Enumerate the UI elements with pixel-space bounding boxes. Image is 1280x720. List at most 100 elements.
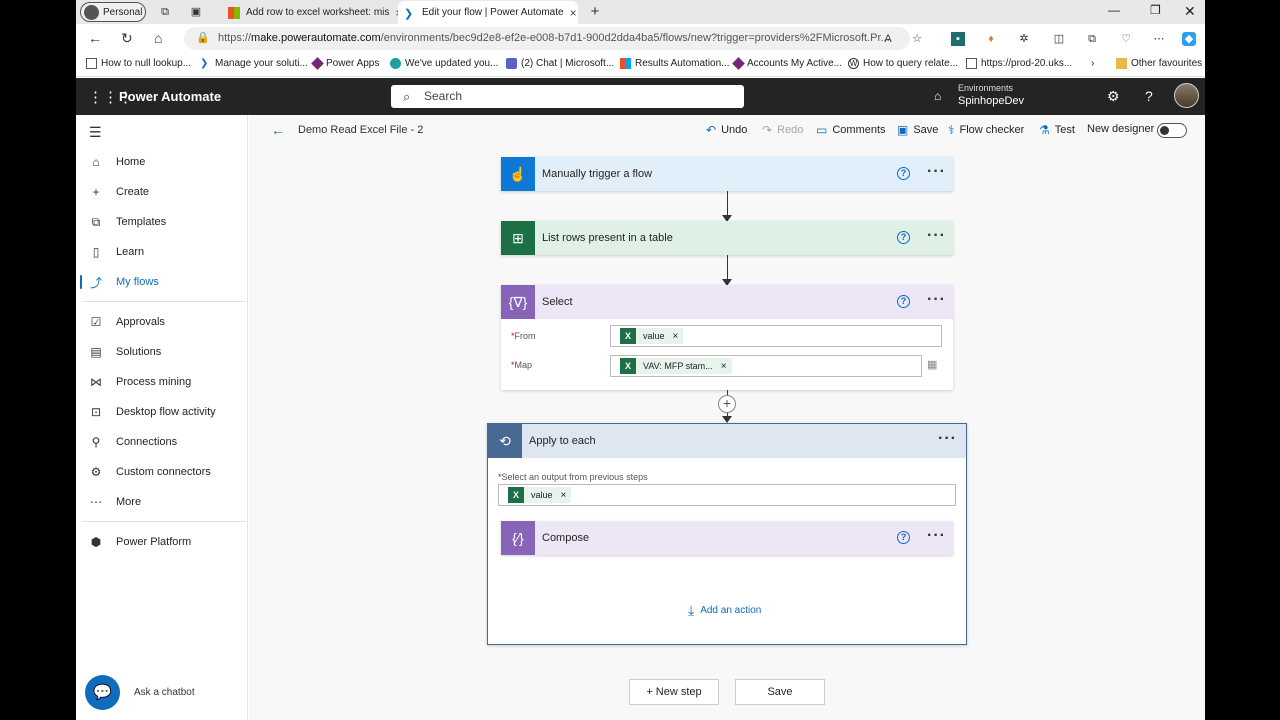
new-designer-toggle[interactable] [1157, 123, 1187, 138]
extension-icon[interactable]: ♦ [984, 32, 998, 46]
copilot-icon[interactable]: ◆ [1182, 32, 1196, 46]
back-icon[interactable]: ← [88, 30, 102, 46]
help-icon[interactable]: ? [897, 295, 910, 308]
favorite-link[interactable]: W How to query relate... [848, 58, 958, 69]
undo-button[interactable]: ↶ Undo [706, 123, 747, 137]
help-icon[interactable]: ? [897, 531, 910, 544]
more-options-icon[interactable]: ··· [927, 291, 946, 309]
tab-title: Add row to excel worksheet: mis [246, 7, 390, 18]
nav-item-custom-connectors[interactable]: ⚙ Custom connectors [76, 460, 248, 484]
save-flow-button[interactable]: Save [735, 679, 825, 705]
flow-checker-button[interactable]: ⚕ Flow checker [948, 123, 1024, 137]
favorite-link[interactable]: https://prod-20.uks... [966, 58, 1072, 69]
favorite-link[interactable]: We've updated you... [390, 58, 498, 69]
more-options-icon[interactable]: ··· [927, 163, 946, 181]
home-icon[interactable]: ⌂ [154, 30, 162, 46]
restore-icon[interactable]: ❐ [1150, 3, 1161, 17]
activity-icon: ⊡ [90, 405, 102, 419]
search-input[interactable]: ⌕ Search [391, 85, 744, 108]
favorite-link[interactable]: Power Apps [311, 57, 379, 70]
more-options-icon[interactable]: ··· [927, 227, 946, 245]
map-label: *Map [511, 360, 533, 370]
nav-item-templates[interactable]: ⧉ Templates [76, 210, 248, 234]
refresh-icon[interactable]: ↻ [121, 30, 133, 47]
nav-item-power-platform[interactable]: ⬢ Power Platform [76, 530, 248, 554]
flow-title[interactable]: Demo Read Excel File - 2 [298, 124, 423, 136]
output-field[interactable]: Xvalue × [498, 484, 956, 506]
more-icon[interactable]: ⋯ [1152, 32, 1166, 46]
insert-step-button[interactable]: + [718, 395, 736, 413]
nav-item-create[interactable]: + Create [76, 180, 248, 204]
remove-token-icon[interactable]: × [561, 490, 567, 501]
chatbot-label[interactable]: Ask a chatbot [134, 687, 195, 698]
favorite-link[interactable]: ❯ Manage your soluti... [200, 58, 308, 69]
more-options-icon[interactable]: ··· [927, 527, 946, 545]
environment-label[interactable]: Environments [958, 83, 1013, 93]
window-close-icon[interactable]: ✕ [1184, 3, 1196, 20]
settings-icon[interactable]: ⚙ [1107, 88, 1120, 105]
help-icon[interactable]: ? [1145, 88, 1153, 104]
nav-item-process-mining[interactable]: ⋈ Process mining [76, 370, 248, 394]
favorite-star-icon[interactable]: ☆ [910, 32, 924, 46]
app-name[interactable]: Power Automate [119, 89, 221, 104]
list-rows-card[interactable]: ⊞ List rows present in a table ? ··· [501, 221, 953, 255]
favorite-link[interactable]: Results Automation... [620, 58, 730, 69]
test-button[interactable]: ⚗ Test [1039, 123, 1075, 137]
new-step-button[interactable]: + New step [629, 679, 719, 705]
chevron-right-icon[interactable]: › [1091, 58, 1094, 69]
extensions-icon[interactable]: ✲ [1017, 32, 1031, 46]
minimize-icon[interactable]: — [1108, 3, 1120, 17]
avatar[interactable] [1174, 83, 1199, 108]
nav-item-learn[interactable]: ▯ Learn [76, 240, 248, 264]
workspaces-icon[interactable]: ⧉ [158, 5, 172, 19]
nav-item-connections[interactable]: ⚲ Connections [76, 430, 248, 454]
switch-mode-icon[interactable]: ▦ [927, 358, 937, 371]
tab-power-automate[interactable]: ❯ Edit your flow | Power Automate × [398, 1, 578, 24]
dynamic-token[interactable]: Xvalue × [508, 487, 572, 503]
redo-button[interactable]: ↷ Redo [762, 123, 803, 137]
dynamic-token[interactable]: X VAV: MFP stam... × [620, 358, 732, 374]
add-an-action-button[interactable]: ⤓ Add an action [688, 602, 761, 619]
help-icon[interactable]: ? [897, 167, 910, 180]
dynamic-token[interactable]: Xvalue × [620, 328, 684, 344]
tab-excel[interactable]: Add row to excel worksheet: mis × [222, 1, 398, 24]
profile-button[interactable]: Personal [80, 2, 146, 22]
card-header[interactable]: ⟲ Apply to each [488, 424, 966, 458]
environment-name[interactable]: SpinhopeDev [958, 95, 1024, 107]
url-field[interactable]: 🔒 https://make.powerautomate.com/environ… [184, 27, 910, 50]
more-options-icon[interactable]: ··· [938, 430, 957, 448]
remove-token-icon[interactable]: × [673, 331, 679, 342]
nav-item-my-flows[interactable]: ⤴ My flows [76, 270, 248, 294]
nav-item-approvals[interactable]: ☑ Approvals [76, 310, 248, 334]
from-field[interactable]: Xvalue × [610, 325, 942, 347]
save-button[interactable]: ▣ Save [897, 123, 938, 137]
nav-item-solutions[interactable]: ▤ Solutions [76, 340, 248, 364]
tab-actions-icon[interactable]: ▣ [189, 5, 203, 19]
collections-icon[interactable]: ⧉ [1085, 32, 1099, 46]
close-icon[interactable]: × [570, 6, 577, 20]
remove-token-icon[interactable]: × [721, 361, 727, 372]
extension-icon[interactable]: ▪ [951, 32, 965, 46]
read-aloud-icon[interactable]: A [881, 32, 895, 46]
back-arrow-icon[interactable]: ← [271, 122, 285, 138]
environment-icon[interactable]: ⌂ [934, 89, 941, 103]
compose-card[interactable]: {∕} Compose ? ··· [501, 521, 953, 555]
trigger-card[interactable]: ☝ Manually trigger a flow ? ··· [501, 157, 953, 191]
help-icon[interactable]: ? [897, 231, 910, 244]
nav-item-home[interactable]: ⌂ Home [76, 150, 248, 174]
favorite-link[interactable]: (2) Chat | Microsoft... [506, 58, 614, 69]
favorite-link[interactable]: Accounts My Active... [732, 57, 842, 70]
new-tab-icon[interactable]: + [588, 4, 602, 19]
chatbot-button[interactable]: 💬 [85, 675, 120, 710]
browser-essentials-icon[interactable]: ♡ [1119, 32, 1133, 46]
nav-item-more[interactable]: ⋯ More [76, 490, 248, 514]
other-favourites[interactable]: Other favourites [1116, 58, 1202, 69]
nav-label: Connections [116, 436, 178, 448]
split-screen-icon[interactable]: ◫ [1052, 32, 1066, 46]
favorite-link[interactable]: How to null lookup... [86, 58, 191, 69]
nav-item-desktop-flow-activity[interactable]: ⊡ Desktop flow activity [76, 400, 248, 424]
hamburger-menu-icon[interactable]: ☰ [89, 124, 102, 141]
comments-button[interactable]: ▭ Comments [816, 123, 886, 137]
map-field[interactable]: X VAV: MFP stam... × [610, 355, 922, 377]
card-header[interactable]: {∇} Select [501, 285, 953, 319]
